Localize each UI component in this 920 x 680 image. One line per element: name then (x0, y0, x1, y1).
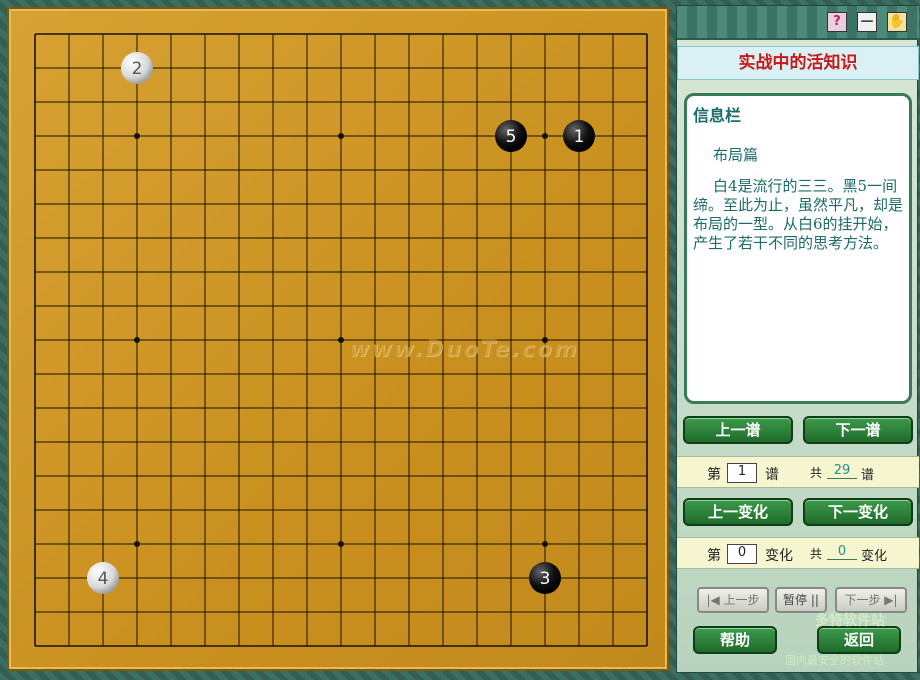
info-subtitle: 布局篇 (713, 146, 759, 164)
white-stone: 4 (87, 562, 119, 594)
go-board[interactable]: 2 5 1 4 3 www.DuoTe.com (7, 7, 669, 671)
pause-label: 暂停 (783, 593, 808, 607)
variation-suffix: 变化 (765, 548, 793, 564)
next-record-button[interactable]: 下一谱 (803, 416, 913, 444)
brand-subtext: 国内最安全的软件站 (785, 654, 884, 667)
help-button[interactable]: 帮助 (693, 626, 777, 654)
record-prefix: 第 (707, 467, 721, 483)
stone-number: 4 (98, 569, 109, 589)
skip-back-icon: |◀ (706, 593, 720, 607)
variation-total-prefix: 共 (810, 547, 823, 561)
stone-number: 2 (132, 59, 143, 79)
star-point (134, 133, 140, 139)
black-stone: 1 (563, 120, 595, 152)
panel-top-strip: ? — ✋ (677, 6, 919, 40)
back-button[interactable]: 返回 (817, 626, 901, 654)
star-point (134, 337, 140, 343)
info-body: 白4是流行的三三。黑5一间缔。至此为止，虽然平凡，却是布局的一型。从白6的挂开始… (693, 177, 904, 252)
exit-system-icon[interactable]: ✋ (887, 12, 907, 32)
prev-variation-button[interactable]: 上一变化 (683, 498, 793, 526)
record-total-suffix: 谱 (861, 468, 875, 483)
star-point (542, 133, 548, 139)
star-point (338, 133, 344, 139)
variation-total: 0 (827, 544, 857, 560)
record-suffix: 谱 (765, 467, 779, 483)
minimize-system-icon[interactable]: — (857, 12, 877, 32)
info-heading: 信息栏 (693, 106, 742, 125)
side-panel: ? — ✋ 实战中的活知识 信息栏 布局篇 白4是流行的三三。黑5一间缔。至此为… (676, 5, 919, 673)
brand-logo-text: 多特软件站 (815, 613, 885, 629)
stone-number: 5 (506, 127, 517, 147)
info-box: 信息栏 布局篇 白4是流行的三三。黑5一间缔。至此为止，虽然平凡，却是布局的一型… (684, 93, 912, 404)
next-variation-button[interactable]: 下一变化 (803, 498, 913, 526)
star-point (338, 337, 344, 343)
star-point (338, 541, 344, 547)
stone-number: 3 (540, 569, 551, 589)
prev-step-label: 上一步 (723, 593, 760, 607)
variation-prefix: 第 (707, 548, 721, 564)
help-system-icon[interactable]: ? (827, 12, 847, 32)
next-step-label: 下一步 (844, 593, 881, 607)
prev-step-button[interactable]: |◀ 上一步 (697, 587, 769, 613)
record-number-input[interactable]: 1 (727, 463, 757, 483)
black-stone: 3 (529, 562, 561, 594)
star-point (134, 541, 140, 547)
variation-total-suffix: 变化 (861, 549, 888, 564)
variation-row: 第 0 变化 共 0 变化 (677, 537, 919, 569)
panel-title: 实战中的活知识 (677, 46, 919, 80)
black-stone: 5 (495, 120, 527, 152)
variation-number-input[interactable]: 0 (727, 544, 757, 564)
white-stone: 2 (121, 52, 153, 84)
prev-record-button[interactable]: 上一谱 (683, 416, 793, 444)
record-total-prefix: 共 (810, 466, 823, 480)
skip-forward-icon: ▶| (884, 593, 898, 607)
record-row: 第 1 谱 共 29 谱 (677, 456, 919, 488)
star-point (542, 541, 548, 547)
watermark-text: www.DuoTe.com (349, 337, 579, 362)
stone-number: 1 (574, 127, 585, 147)
record-total: 29 (827, 463, 857, 479)
pause-icon: || (810, 593, 819, 607)
